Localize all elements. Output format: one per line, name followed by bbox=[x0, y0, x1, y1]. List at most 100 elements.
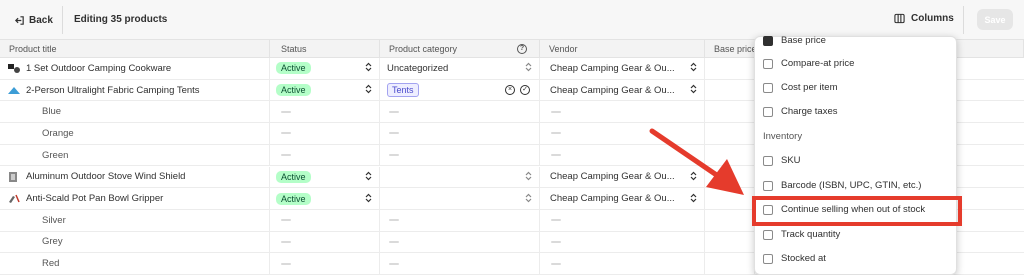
status-select[interactable]: Active bbox=[270, 188, 380, 209]
status-cell bbox=[270, 253, 380, 274]
column-header-status: Status bbox=[270, 40, 380, 58]
checkbox[interactable] bbox=[763, 253, 773, 264]
status-select[interactable]: Active bbox=[270, 166, 380, 188]
checkbox[interactable] bbox=[763, 229, 773, 240]
variant-title: Blue bbox=[42, 106, 62, 118]
column-option-label: Compare-at price bbox=[781, 58, 855, 69]
checkbox[interactable] bbox=[763, 58, 773, 69]
base-price-cell bbox=[705, 144, 755, 166]
checkbox[interactable] bbox=[763, 35, 773, 46]
vendor-select[interactable]: Cheap Camping Gear & Ou... bbox=[540, 166, 705, 188]
top-bar: Back Editing 35 products Columns Save bbox=[0, 0, 1024, 40]
status-cell bbox=[270, 101, 380, 123]
column-option[interactable]: SKU bbox=[763, 155, 801, 166]
column-option[interactable]: Track quantity bbox=[763, 229, 840, 240]
base-price-cell[interactable] bbox=[705, 79, 755, 101]
column-header-category-label: Product category bbox=[389, 44, 458, 54]
vendor-value: Cheap Camping Gear & Ou... bbox=[550, 193, 675, 205]
status-cell bbox=[270, 231, 380, 253]
category-cell bbox=[380, 209, 540, 231]
vendor-select[interactable]: Cheap Camping Gear & Ou... bbox=[540, 79, 705, 101]
category-select[interactable]: Tents × ✓ bbox=[380, 79, 540, 101]
empty-dash bbox=[281, 219, 291, 222]
product-thumbnail bbox=[8, 87, 20, 95]
product-title: 1 Set Outdoor Camping Cookware bbox=[26, 62, 172, 74]
vendor-select[interactable]: Cheap Camping Gear & Ou... bbox=[540, 58, 705, 79]
vendor-cell bbox=[540, 101, 705, 123]
variant-title: Grey bbox=[42, 236, 63, 248]
column-option[interactable]: Compare-at price bbox=[763, 58, 854, 69]
product-title-cell[interactable]: 1 Set Outdoor Camping Cookware bbox=[0, 58, 270, 79]
save-button[interactable]: Save bbox=[977, 9, 1013, 30]
checkbox[interactable] bbox=[763, 180, 773, 191]
select-chevron-icon bbox=[365, 62, 372, 72]
category-select[interactable] bbox=[380, 166, 540, 188]
category-tag[interactable]: Tents bbox=[387, 83, 419, 98]
status-select[interactable]: Active bbox=[270, 58, 380, 79]
status-select[interactable]: Active bbox=[270, 79, 380, 101]
select-chevron-icon bbox=[365, 193, 372, 202]
product-title: Aluminum Outdoor Stove Wind Shield bbox=[26, 171, 186, 183]
column-option-label: Base price bbox=[781, 35, 826, 46]
column-header-vendor: Vendor bbox=[540, 40, 705, 58]
base-price-cell[interactable] bbox=[705, 58, 755, 79]
category-select[interactable] bbox=[380, 188, 540, 209]
help-icon[interactable]: ? bbox=[517, 44, 527, 54]
column-option[interactable]: Barcode (ISBN, UPC, GTIN, etc.) bbox=[763, 180, 921, 191]
vendor-select[interactable]: Cheap Camping Gear & Ou... bbox=[540, 188, 705, 209]
variant-title-cell[interactable]: Silver bbox=[0, 209, 270, 231]
status-cell bbox=[270, 144, 380, 166]
category-select[interactable]: Uncategorized bbox=[380, 58, 540, 79]
column-option[interactable]: Base price bbox=[763, 35, 826, 46]
status-badge: Active bbox=[276, 84, 311, 97]
variant-title: Green bbox=[42, 149, 69, 161]
empty-dash bbox=[389, 262, 399, 265]
product-thumbnail bbox=[9, 194, 20, 203]
base-price-cell bbox=[705, 209, 755, 231]
variant-title-cell[interactable]: Grey bbox=[0, 231, 270, 253]
product-title-cell[interactable]: 2-Person Ultralight Fabric Camping Tents bbox=[0, 79, 270, 101]
status-cell bbox=[270, 209, 380, 231]
variant-title: Orange bbox=[42, 127, 74, 139]
checkbox[interactable] bbox=[763, 155, 773, 166]
category-cell bbox=[380, 101, 540, 123]
select-chevron-icon bbox=[525, 62, 532, 72]
select-chevron-icon bbox=[690, 171, 697, 181]
base-price-cell[interactable] bbox=[705, 166, 755, 188]
vendor-cell bbox=[540, 209, 705, 231]
column-option-label: Stocked at bbox=[781, 253, 826, 264]
divider bbox=[963, 6, 964, 34]
column-option[interactable]: Stocked at bbox=[763, 253, 826, 264]
clear-icon[interactable]: × bbox=[505, 84, 515, 95]
base-price-cell bbox=[705, 253, 755, 274]
product-title: 2-Person Ultralight Fabric Camping Tents bbox=[26, 84, 200, 96]
product-title-cell[interactable]: Anti-Scald Pot Pan Bowl Gripper bbox=[0, 188, 270, 209]
columns-button[interactable]: Columns bbox=[894, 13, 954, 24]
column-option[interactable]: Cost per item bbox=[763, 82, 838, 93]
column-option[interactable]: Charge taxes bbox=[763, 106, 838, 117]
variant-title-cell[interactable]: Orange bbox=[0, 123, 270, 144]
columns-menu: Base price Compare-at price Cost per item C… bbox=[754, 35, 957, 275]
status-badge: Active bbox=[276, 62, 311, 75]
checkbox[interactable] bbox=[763, 106, 773, 117]
checkbox[interactable] bbox=[763, 82, 773, 93]
variant-title-cell[interactable]: Red bbox=[0, 253, 270, 274]
empty-dash bbox=[281, 262, 291, 265]
select-chevron-icon bbox=[690, 84, 697, 94]
product-title-cell[interactable]: Aluminum Outdoor Stove Wind Shield bbox=[0, 166, 270, 188]
base-price-cell[interactable] bbox=[705, 188, 755, 209]
product-title: Anti-Scald Pot Pan Bowl Gripper bbox=[26, 193, 164, 205]
page-title: Editing 35 products bbox=[74, 14, 168, 25]
confirm-icon[interactable]: ✓ bbox=[520, 84, 530, 95]
vendor-cell bbox=[540, 123, 705, 144]
variant-title-cell[interactable]: Blue bbox=[0, 101, 270, 123]
status-badge: Active bbox=[276, 192, 311, 205]
back-button[interactable]: Back bbox=[14, 13, 53, 27]
base-price-cell bbox=[705, 231, 755, 253]
variant-title-cell[interactable]: Green bbox=[0, 144, 270, 166]
vendor-value: Cheap Camping Gear & Ou... bbox=[550, 171, 675, 183]
inventory-section-label: Inventory bbox=[763, 131, 803, 142]
empty-dash bbox=[551, 262, 561, 265]
select-chevron-icon bbox=[525, 171, 532, 181]
empty-dash bbox=[389, 110, 399, 113]
